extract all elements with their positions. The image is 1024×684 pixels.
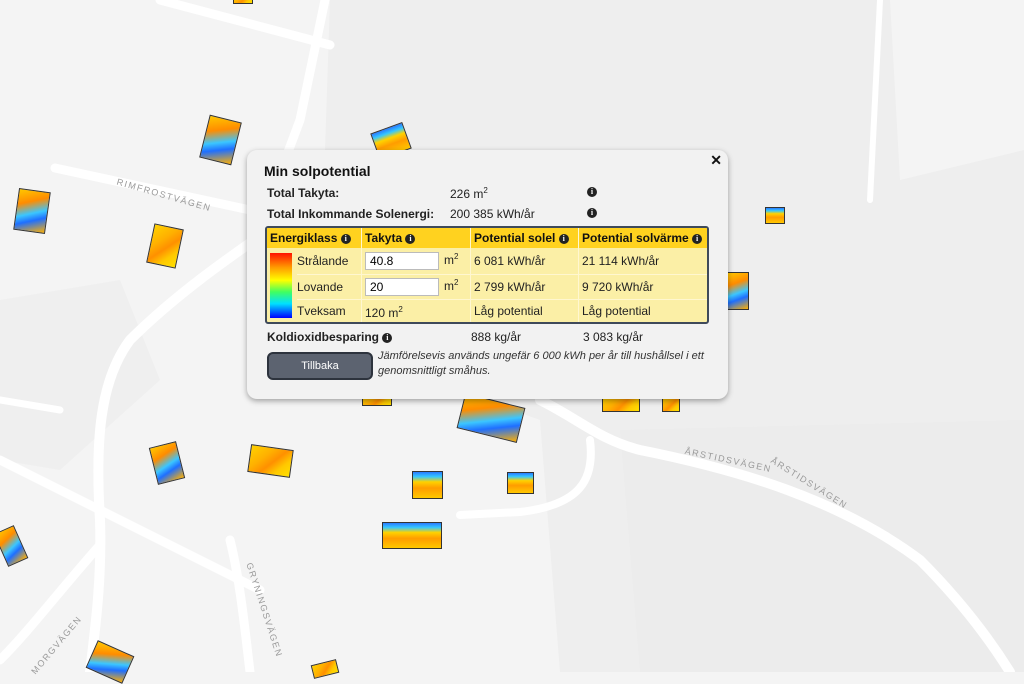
header-potential-solel: Potential solel i xyxy=(474,231,569,245)
solvarme-tveksam: Låg potential xyxy=(582,304,651,318)
close-icon[interactable]: ✕ xyxy=(710,152,722,169)
total-area-label: Total Takyta: xyxy=(267,186,340,200)
unit-superscript: 2 xyxy=(454,278,459,287)
takyta-tveksam: 120 m2 xyxy=(365,305,403,320)
header-energiklass: Energiklass i xyxy=(270,231,351,245)
row-divider xyxy=(297,299,707,300)
column-divider xyxy=(470,228,471,322)
header-label: Takyta xyxy=(365,231,403,245)
roof-building[interactable] xyxy=(765,207,785,224)
unit-superscript: 2 xyxy=(398,305,403,314)
roof-building[interactable] xyxy=(247,444,294,478)
column-divider xyxy=(361,228,362,322)
total-energy-value: 200 385 kWh/år xyxy=(450,207,535,221)
back-button[interactable]: Tillbaka xyxy=(267,352,373,380)
unit-superscript: 2 xyxy=(454,252,459,261)
roof-building[interactable] xyxy=(13,187,51,235)
header-label: Energiklass xyxy=(270,231,338,245)
row-class-tveksam: Tveksam xyxy=(297,304,346,318)
co2-solvarme: 3 083 kg/år xyxy=(583,330,644,344)
area-text: 120 m xyxy=(365,306,399,320)
header-potential-solvarme: Potential solvärme i xyxy=(582,231,703,245)
unit-text: m xyxy=(444,279,454,293)
roof-building[interactable] xyxy=(412,471,443,499)
co2-label-text: Koldioxidbesparing xyxy=(267,330,380,344)
solvarme-stralande: 21 114 kWh/år xyxy=(582,254,660,268)
solar-potential-popup: ✕ Min solpotential Total Takyta: 226 m 2 … xyxy=(247,150,728,399)
energy-class-gradient xyxy=(270,253,292,318)
area-unit: m2 xyxy=(444,278,458,293)
solvarme-lovande: 9 720 kWh/år xyxy=(582,280,654,294)
popup-title: Min solpotential xyxy=(264,163,371,179)
row-class-stralande: Strålande xyxy=(297,254,349,268)
info-icon[interactable]: i xyxy=(382,332,393,343)
row-class-lovande: Lovande xyxy=(297,280,344,294)
roof-building[interactable] xyxy=(507,472,534,494)
solel-tveksam: Låg potential xyxy=(474,304,543,318)
total-energy-label: Total Inkommande Solenergi: xyxy=(267,207,435,221)
roof-building[interactable] xyxy=(727,272,749,310)
solel-lovande: 2 799 kWh/år xyxy=(474,280,546,294)
info-icon[interactable]: i xyxy=(587,208,597,218)
row-divider xyxy=(297,274,707,275)
total-area-number: 226 m xyxy=(450,187,484,201)
energy-class-table: Energiklass i Takyta i Potential solel i… xyxy=(265,226,709,324)
column-divider xyxy=(578,228,579,322)
info-icon[interactable]: i xyxy=(340,233,351,244)
info-icon[interactable]: i xyxy=(587,187,597,197)
info-icon[interactable]: i xyxy=(405,233,416,244)
unit-superscript: 2 xyxy=(483,186,488,195)
co2-label: Koldioxidbesparing i xyxy=(267,330,393,344)
roof-building[interactable] xyxy=(233,0,253,4)
area-unit: m2 xyxy=(444,252,458,267)
info-icon[interactable]: i xyxy=(558,233,569,244)
roof-building[interactable] xyxy=(382,522,442,549)
takyta-input-stralande[interactable] xyxy=(365,252,439,270)
header-label: Potential solvärme xyxy=(582,231,689,245)
header-takyta: Takyta i xyxy=(365,231,416,245)
total-area-value: 226 m2 xyxy=(450,186,488,201)
header-label: Potential solel xyxy=(474,231,556,245)
solel-stralande: 6 081 kWh/år xyxy=(474,254,546,268)
takyta-input-lovande[interactable] xyxy=(365,278,439,296)
co2-solel: 888 kg/år xyxy=(471,330,522,344)
comparison-note: Jämförelsevis används ungefär 6 000 kWh … xyxy=(378,350,704,377)
info-icon[interactable]: i xyxy=(692,233,703,244)
unit-text: m xyxy=(444,253,454,267)
